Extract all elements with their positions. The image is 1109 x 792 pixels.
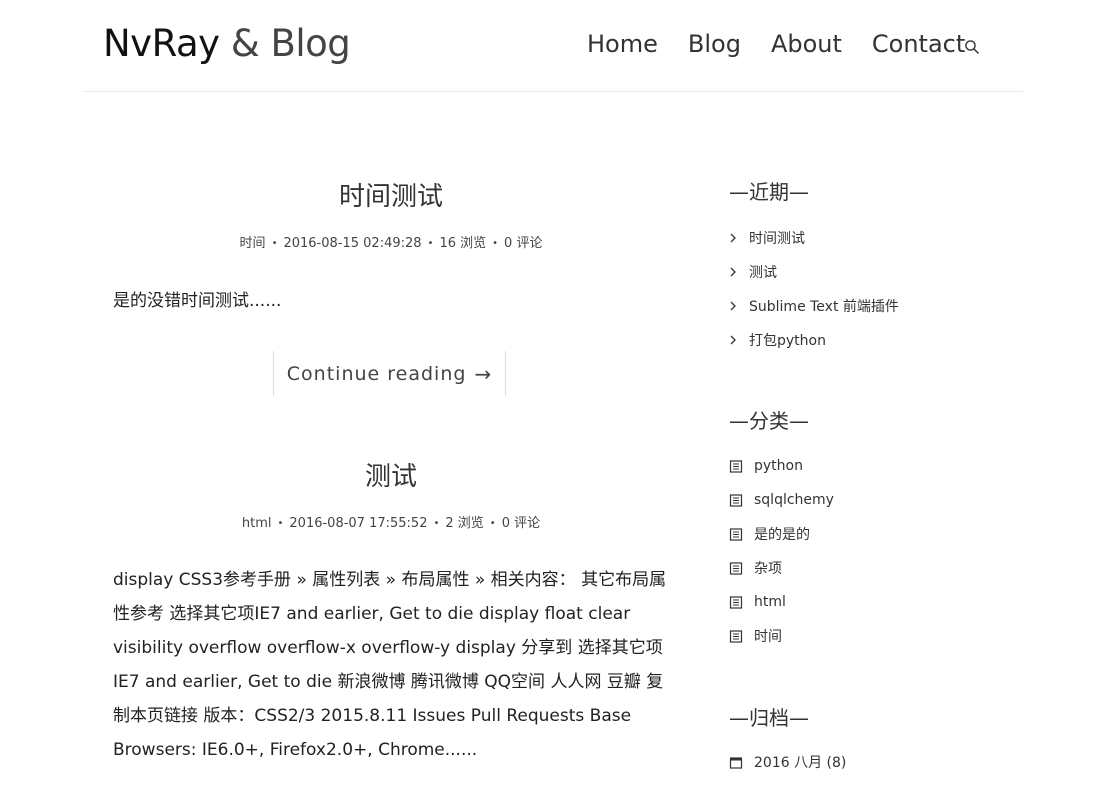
- continue-reading-label: Continue reading: [286, 362, 467, 385]
- meta-separator: •: [271, 238, 278, 249]
- category-label: python: [754, 458, 803, 474]
- document-list-icon: [729, 595, 749, 609]
- recent-post-item[interactable]: 打包python: [729, 323, 899, 357]
- arrow-right-icon: →: [474, 361, 493, 386]
- recent-post-item[interactable]: Sublime Text 前端插件: [729, 289, 899, 323]
- category-label: 是的是的: [754, 527, 810, 543]
- category-item[interactable]: 是的是的: [729, 517, 834, 551]
- category-item[interactable]: 时间: [729, 619, 834, 653]
- widget-title-recent: —近期—: [729, 180, 809, 204]
- recent-post-label: 测试: [749, 265, 777, 281]
- post-comments[interactable]: 0 评论: [504, 236, 542, 251]
- post-category[interactable]: html: [242, 516, 272, 531]
- recent-post-label: 打包python: [749, 333, 826, 349]
- main-nav: Home Blog About Contact: [587, 30, 995, 58]
- nav-about[interactable]: About: [771, 30, 842, 58]
- category-label: 时间: [754, 629, 782, 645]
- chevron-right-icon: [729, 334, 743, 346]
- widget-title-archive: —归档—: [729, 706, 809, 730]
- calendar-icon: [729, 756, 749, 769]
- chevron-right-icon: [729, 266, 743, 278]
- meta-separator: •: [489, 518, 496, 529]
- header-divider: [83, 91, 1023, 92]
- category-label: html: [754, 594, 786, 610]
- document-list-icon: [729, 561, 749, 575]
- post-card: 测试 html • 2016-08-07 17:55:52 • 2 浏览 • 0 评论 di…: [113, 456, 669, 767]
- post-title[interactable]: 时间测试: [113, 176, 669, 213]
- document-list-icon: [729, 527, 749, 541]
- post-title[interactable]: 测试: [113, 456, 669, 493]
- post-excerpt: 是的没错时间测试......: [113, 291, 282, 311]
- recent-posts-list: 时间测试 测试 Sublime Text 前端插件 打包python: [729, 221, 899, 357]
- category-item[interactable]: 杂项: [729, 551, 834, 585]
- archive-item[interactable]: 2016 八月 (8): [729, 745, 846, 779]
- post-meta: 时间 • 2016-08-15 02:49:28 • 16 浏览 • 0 评论: [113, 232, 669, 251]
- archive-label: 2016 八月 (8): [754, 755, 847, 771]
- search-icon[interactable]: [964, 39, 982, 57]
- post-category[interactable]: 时间: [240, 236, 266, 251]
- recent-post-item[interactable]: 时间测试: [729, 221, 899, 255]
- categories-list: python sqlqlchemy 是的是的 杂项 html 时间: [729, 449, 834, 653]
- category-label: 杂项: [754, 561, 782, 577]
- nav-contact[interactable]: Contact: [872, 30, 965, 58]
- recent-post-label: Sublime Text 前端插件: [749, 299, 899, 315]
- archive-list: 2016 八月 (8): [729, 745, 846, 779]
- post-views: 2 浏览: [445, 516, 484, 531]
- meta-separator: •: [433, 518, 440, 529]
- nav-blog[interactable]: Blog: [688, 30, 741, 58]
- category-label: sqlqlchemy: [754, 492, 834, 508]
- brand-name: NvRay: [103, 22, 220, 65]
- meta-separator: •: [427, 238, 434, 249]
- meta-separator: •: [492, 238, 499, 249]
- recent-post-item[interactable]: 测试: [729, 255, 899, 289]
- site-brand[interactable]: NvRay & Blog: [103, 22, 351, 65]
- chevron-right-icon: [729, 232, 743, 244]
- category-item[interactable]: python: [729, 449, 834, 483]
- nav-home[interactable]: Home: [587, 30, 658, 58]
- post-date: 2016-08-07 17:55:52: [289, 516, 428, 531]
- post-comments[interactable]: 0 评论: [502, 516, 540, 531]
- chevron-right-icon: [729, 300, 743, 312]
- category-item[interactable]: html: [729, 585, 834, 619]
- continue-reading-button[interactable]: Continue reading →: [273, 351, 506, 396]
- recent-post-label: 时间测试: [749, 231, 805, 247]
- brand-suffix: Blog: [270, 22, 351, 65]
- document-list-icon: [729, 629, 749, 643]
- document-list-icon: [729, 493, 749, 507]
- post-excerpt: display CSS3参考手册 » 属性列表 » 布局属性 » 相关内容： 其…: [113, 570, 667, 760]
- post-views: 16 浏览: [439, 236, 487, 251]
- brand-amp: &: [230, 22, 260, 65]
- document-list-icon: [729, 459, 749, 473]
- post-meta: html • 2016-08-07 17:55:52 • 2 浏览 • 0 评论: [113, 512, 669, 531]
- category-item[interactable]: sqlqlchemy: [729, 483, 834, 517]
- post-card: 时间测试 时间 • 2016-08-15 02:49:28 • 16 浏览 • 0 评论 是…: [113, 176, 669, 318]
- meta-separator: •: [277, 518, 284, 529]
- post-date: 2016-08-15 02:49:28: [283, 236, 422, 251]
- widget-title-categories: —分类—: [729, 409, 809, 433]
